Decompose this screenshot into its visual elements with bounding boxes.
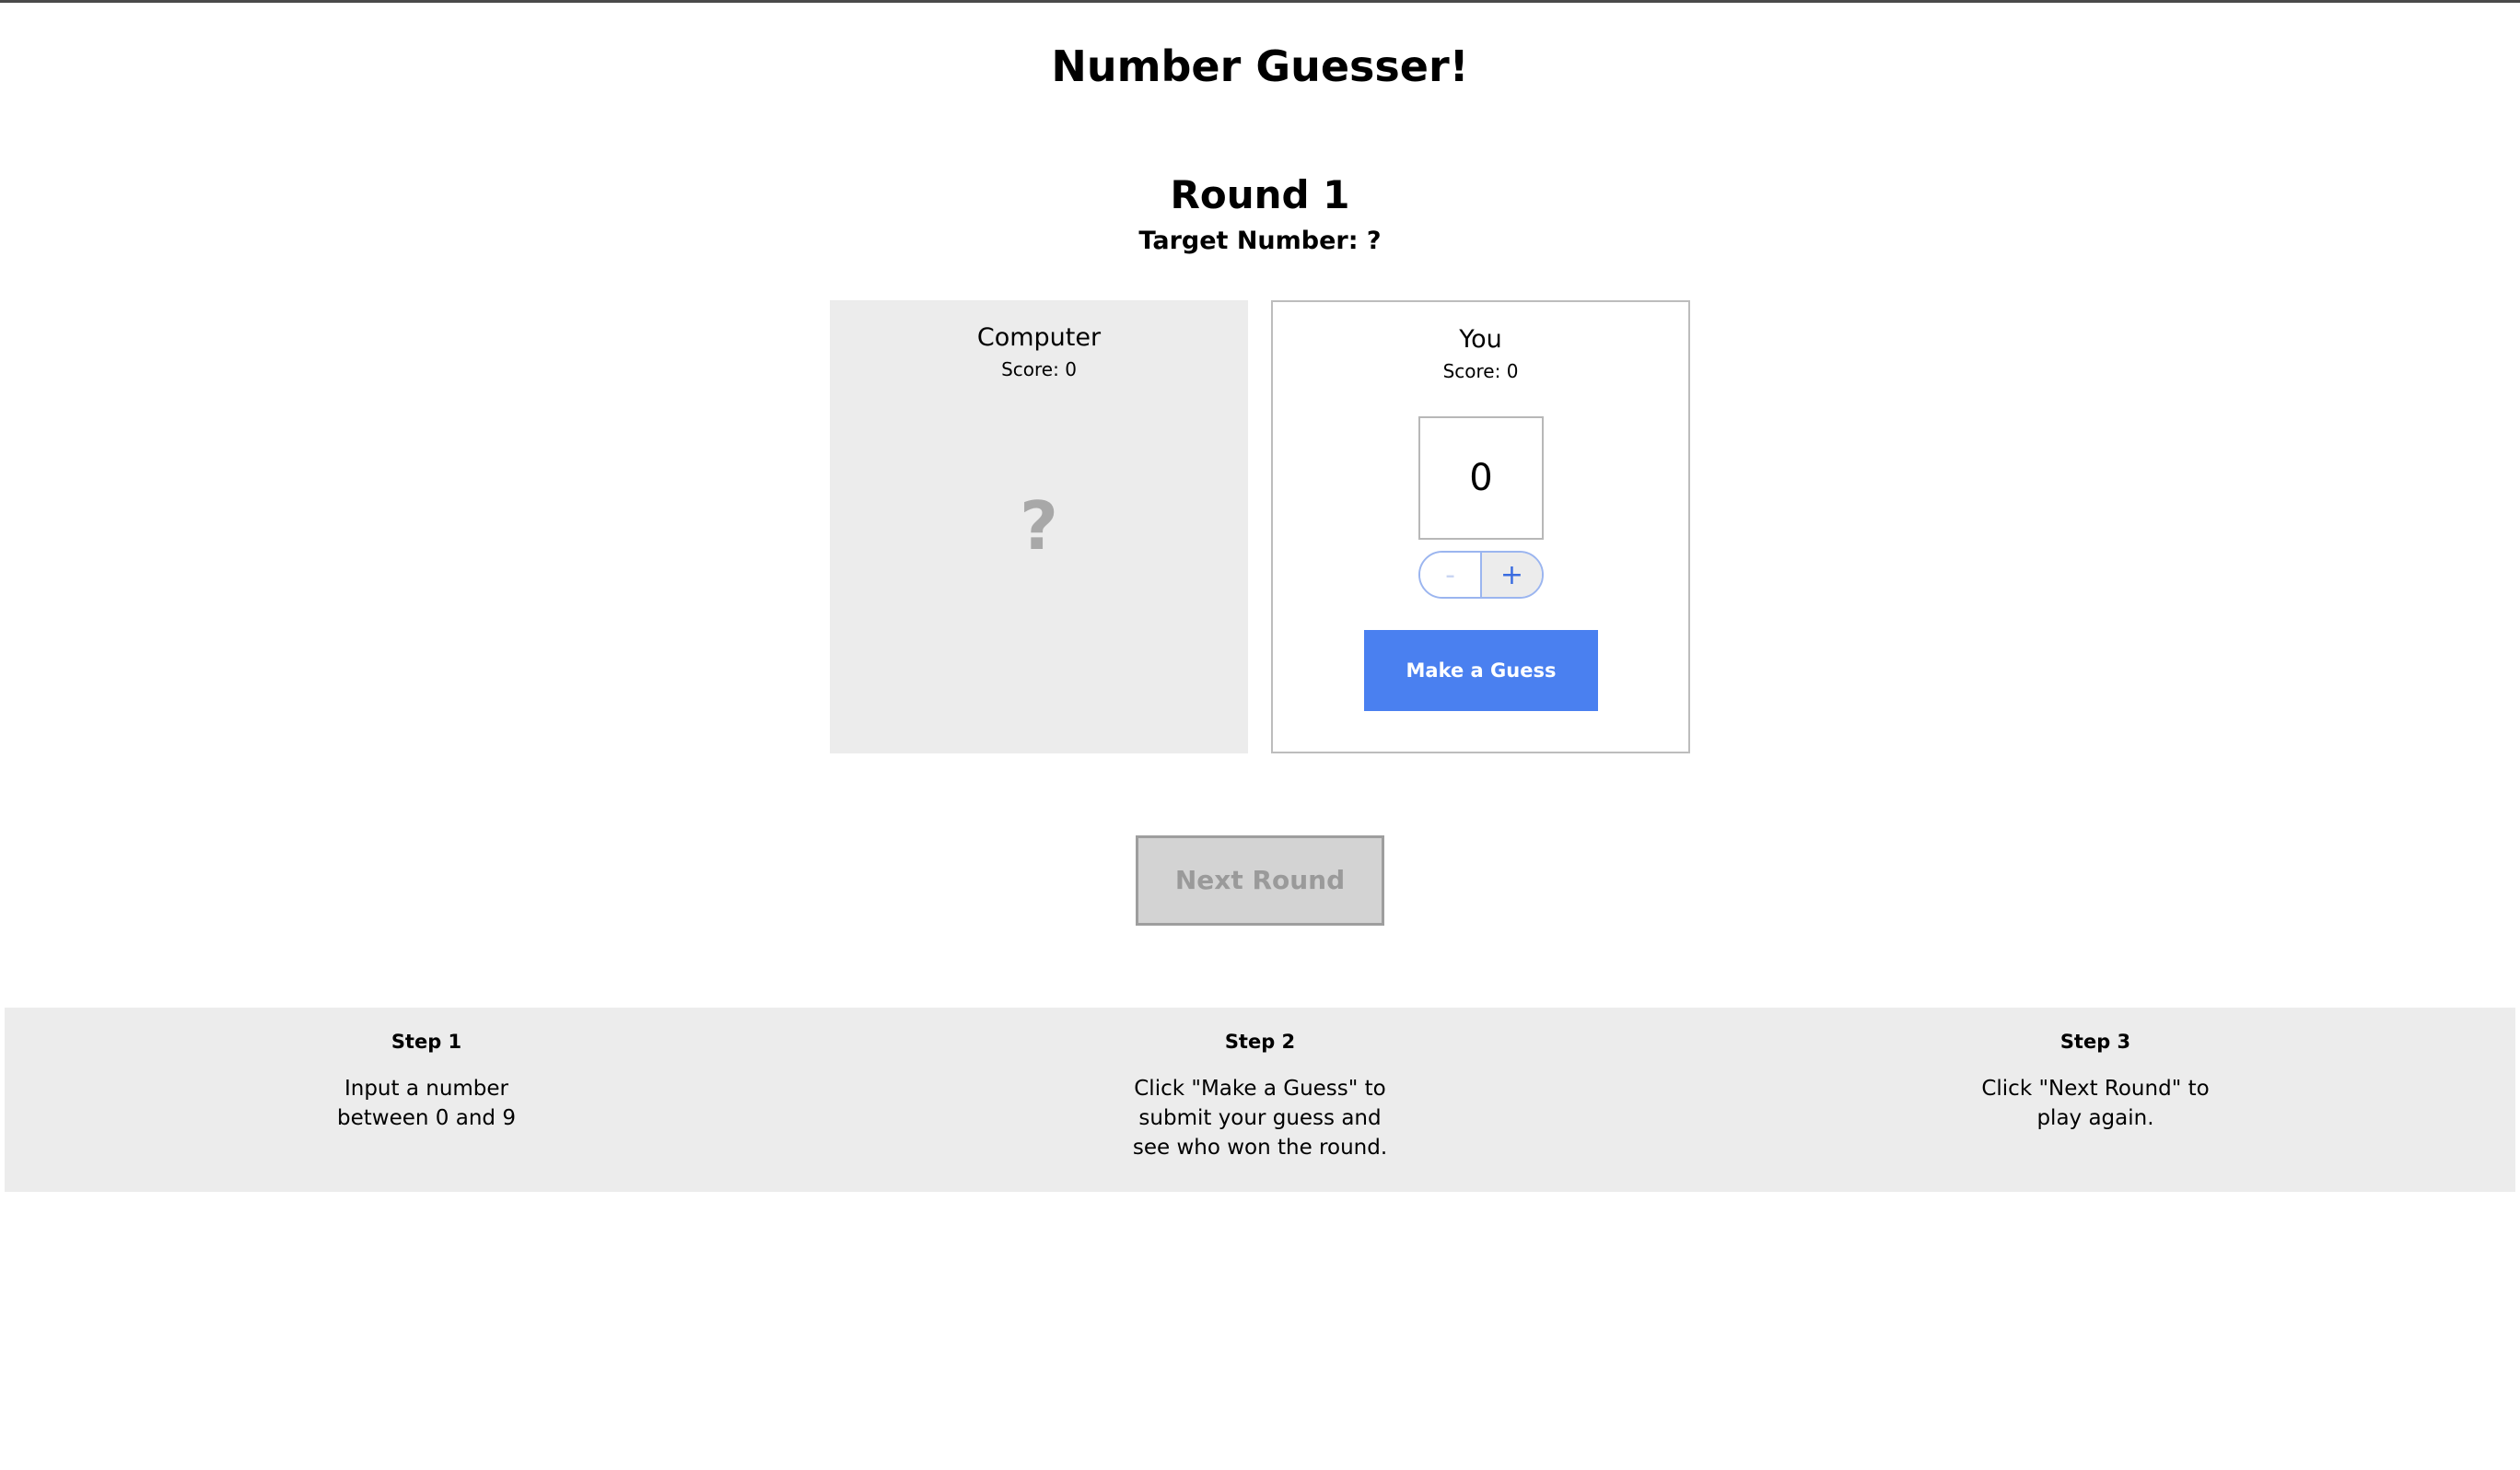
computer-panel: Computer Score: 0 ?	[830, 300, 1248, 753]
computer-guess: ?	[1020, 487, 1058, 565]
top-border	[0, 0, 2520, 3]
guess-stepper: - +	[1418, 551, 1544, 599]
step-text: Input a number between 0 and 9	[337, 1077, 516, 1130]
guess-input[interactable]	[1418, 416, 1544, 540]
target-number-label: Target Number: ?	[1138, 227, 1382, 255]
make-guess-button[interactable]: Make a Guess	[1364, 630, 1598, 711]
computer-name: Computer	[976, 323, 1102, 352]
step-title: Step 3	[2059, 1031, 2131, 1053]
step-title: Step 1	[391, 1031, 462, 1053]
computer-score: Score: 0	[1001, 358, 1077, 380]
step-text: Click "Next Round" to play again.	[1981, 1077, 2210, 1130]
instructions-section: Step 1 Input a number between 0 and 9 St…	[5, 1008, 2515, 1192]
page-title: Number Guesser!	[1051, 41, 1469, 91]
step-text: Click "Make a Guess" to submit your gues…	[1132, 1077, 1388, 1160]
human-score: Score: 0	[1442, 360, 1519, 382]
human-name: You	[1459, 325, 1502, 354]
human-panel: You Score: 0 - + Make a Guess	[1271, 300, 1690, 753]
step-title: Step 2	[1224, 1031, 1296, 1053]
increment-button[interactable]: +	[1482, 553, 1542, 597]
decrement-button[interactable]: -	[1420, 553, 1482, 597]
next-round-button[interactable]: Next Round	[1136, 835, 1384, 926]
round-heading: Round 1	[1170, 172, 1350, 217]
